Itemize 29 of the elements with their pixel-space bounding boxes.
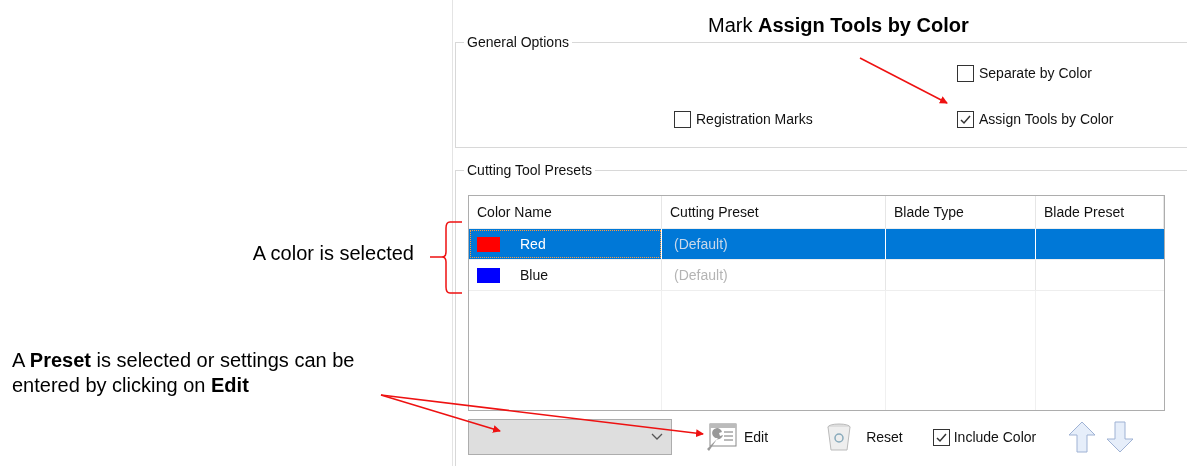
chevron-down-icon xyxy=(651,433,663,441)
checkbox-label: Include Color xyxy=(953,427,1037,447)
table-cell-text: Blue xyxy=(520,265,549,285)
checkbox-label: Separate by Color xyxy=(979,64,1092,83)
column-header[interactable]: Color Name xyxy=(469,196,662,228)
checkbox[interactable] xyxy=(932,428,950,446)
reset-button[interactable]: Reset xyxy=(826,422,903,452)
checkbox[interactable] xyxy=(957,111,974,128)
column-header[interactable]: Blade Type xyxy=(886,196,1036,228)
column-header[interactable]: Blade Preset xyxy=(1036,196,1164,228)
column-header[interactable]: Cutting Preset xyxy=(662,196,886,228)
checkbox-label: Assign Tools by Color xyxy=(979,110,1114,129)
group-title: Cutting Tool Presets xyxy=(464,161,596,179)
table-cell-text: Red xyxy=(520,234,546,254)
table-cell-text: (Default) xyxy=(674,234,728,254)
checkbox-label: Registration Marks xyxy=(696,110,813,129)
table-row[interactable]: Red (Default) xyxy=(469,229,1164,260)
annotation-text: Mark Assign Tools by Color xyxy=(708,13,969,38)
table-cell-text: (Default) xyxy=(674,265,728,285)
checkmark-icon xyxy=(959,113,972,126)
edit-button[interactable]: Edit xyxy=(704,422,769,452)
checkbox[interactable] xyxy=(674,111,691,128)
annotation-text: A Preset is selected or settings can be entered by clicking on Edit xyxy=(12,348,356,398)
table-row[interactable]: Blue (Default) xyxy=(469,260,1164,291)
group-title: General Options xyxy=(464,33,572,51)
checkbox[interactable] xyxy=(957,65,974,82)
annotation-text: A color is selected xyxy=(252,241,414,266)
preset-dropdown[interactable] xyxy=(468,419,672,455)
recycle-bin-icon xyxy=(826,422,853,452)
